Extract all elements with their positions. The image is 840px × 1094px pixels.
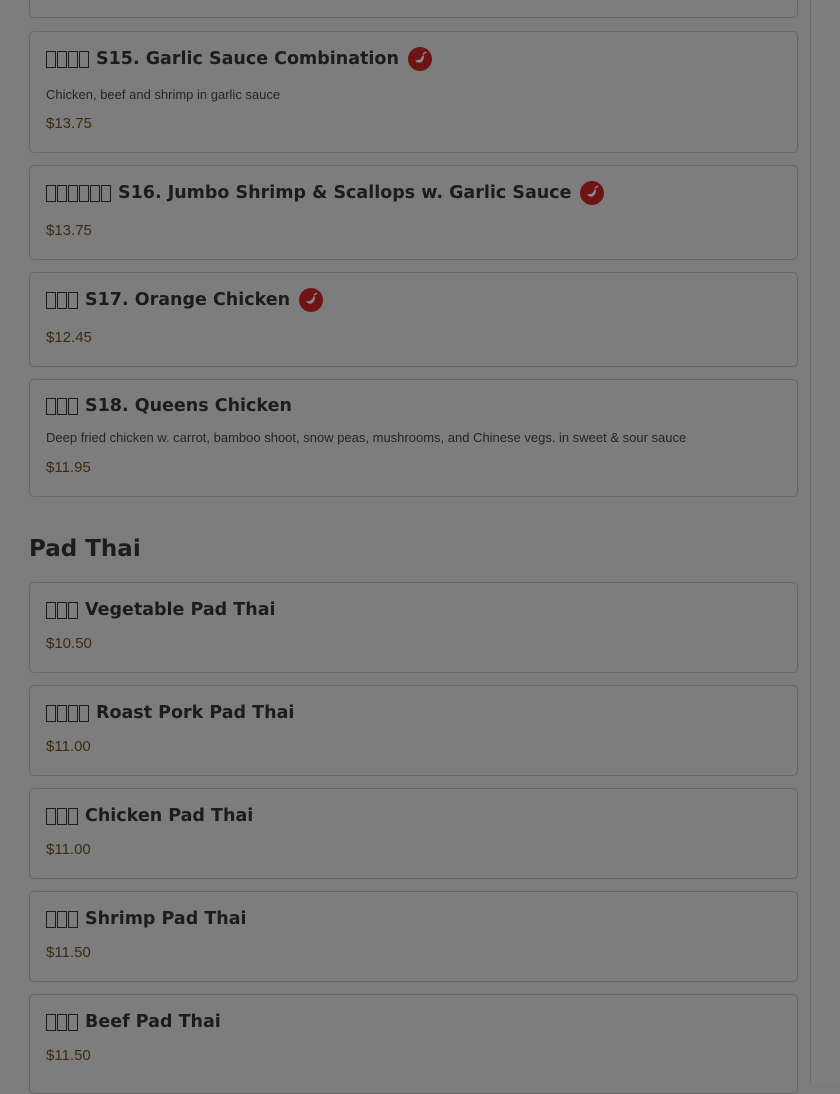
menu-item-price: $13.75 <box>46 115 92 132</box>
chinese-name-glyphs <box>46 1013 79 1031</box>
menu-item-name: Vegetable Pad Thai <box>85 600 276 620</box>
missing-glyph-box <box>46 291 56 309</box>
menu-item-title: S17. Orange Chicken <box>46 288 324 312</box>
menu-item-price: $10.50 <box>46 635 92 652</box>
missing-glyph-box <box>68 184 78 202</box>
missing-glyph-box <box>68 704 78 722</box>
missing-glyph-box <box>57 601 67 619</box>
missing-glyph-box <box>68 807 78 825</box>
missing-glyph-box <box>68 291 78 309</box>
menu-item-price: $11.00 <box>46 841 91 858</box>
missing-glyph-box <box>46 807 56 825</box>
menu-item-card[interactable]: S16. Jumbo Shrimp & Scallops w. Garlic S… <box>29 165 798 260</box>
missing-glyph-box <box>57 807 67 825</box>
menu-item-card[interactable]: Shrimp Pad Thai $11.50 <box>29 891 798 982</box>
missing-glyph-box <box>101 184 111 202</box>
menu-item-card[interactable]: S17. Orange Chicken $12.45 <box>29 272 798 367</box>
missing-glyph-box <box>46 1013 56 1031</box>
missing-glyph-box <box>46 50 56 68</box>
menu-item-name: S18. Queens Chicken <box>85 396 292 416</box>
menu-item-card-previous[interactable] <box>29 0 798 18</box>
chinese-name-glyphs <box>46 807 79 825</box>
missing-glyph-box <box>57 184 67 202</box>
menu-item-price: $11.50 <box>46 944 91 961</box>
chinese-name-glyphs <box>46 50 90 68</box>
menu-item-title: Beef Pad Thai <box>46 1012 221 1032</box>
missing-glyph-box <box>46 184 56 202</box>
missing-glyph-box <box>68 1013 78 1031</box>
missing-glyph-box <box>46 601 56 619</box>
missing-glyph-box <box>68 50 78 68</box>
menu-item-title: S16. Jumbo Shrimp & Scallops w. Garlic S… <box>46 181 605 205</box>
missing-glyph-box <box>57 704 67 722</box>
chili-pepper-icon <box>580 181 605 205</box>
section-heading-pad-thai: Pad Thai <box>29 536 141 562</box>
missing-glyph-box <box>46 910 56 928</box>
missing-glyph-box <box>57 291 67 309</box>
chili-pepper-icon <box>407 47 432 71</box>
missing-glyph-box <box>46 704 56 722</box>
menu-item-card[interactable]: S18. Queens Chicken Deep fried chicken w… <box>29 379 798 497</box>
menu-item-price: $13.75 <box>46 222 92 239</box>
missing-glyph-box <box>46 397 56 415</box>
missing-glyph-box <box>79 184 89 202</box>
menu-item-name: Chicken Pad Thai <box>85 806 254 826</box>
chinese-name-glyphs <box>46 397 79 415</box>
missing-glyph-box <box>57 397 67 415</box>
missing-glyph-box <box>57 50 67 68</box>
menu-item-price: $11.95 <box>46 459 91 476</box>
menu-item-card[interactable]: Vegetable Pad Thai $10.50 <box>29 582 798 673</box>
menu-item-title: Roast Pork Pad Thai <box>46 703 294 723</box>
menu-item-name: Roast Pork Pad Thai <box>96 703 295 723</box>
menu-item-name: S16. Jumbo Shrimp & Scallops w. Garlic S… <box>118 183 572 203</box>
menu-item-price: $12.45 <box>46 329 92 346</box>
menu-item-description: Deep fried chicken w. carrot, bamboo sho… <box>46 430 687 445</box>
chinese-name-glyphs <box>46 601 79 619</box>
missing-glyph-box <box>68 397 78 415</box>
missing-glyph-box <box>57 1013 67 1031</box>
chinese-name-glyphs <box>46 184 112 202</box>
menu-item-title: Vegetable Pad Thai <box>46 600 276 620</box>
missing-glyph-box <box>68 601 78 619</box>
menu-item-name: Shrimp Pad Thai <box>85 909 247 929</box>
menu-item-card[interactable]: Chicken Pad Thai $11.00 <box>29 788 798 879</box>
missing-glyph-box <box>68 910 78 928</box>
chinese-name-glyphs <box>46 704 90 722</box>
chinese-name-glyphs <box>46 291 79 309</box>
chinese-name-glyphs <box>46 910 79 928</box>
missing-glyph-box <box>79 704 89 722</box>
scrollbar-track[interactable] <box>810 0 840 1083</box>
missing-glyph-box <box>79 50 89 68</box>
menu-item-card[interactable]: Roast Pork Pad Thai $11.00 <box>29 685 798 776</box>
chili-pepper-icon <box>299 288 324 312</box>
menu-item-card[interactable]: S15. Garlic Sauce Combination Chicken, b… <box>29 31 798 153</box>
menu-item-name: S17. Orange Chicken <box>85 290 291 310</box>
missing-glyph-box <box>57 910 67 928</box>
menu-item-name: S15. Garlic Sauce Combination <box>96 49 399 69</box>
missing-glyph-box <box>90 184 100 202</box>
menu-item-title: S15. Garlic Sauce Combination <box>46 47 432 71</box>
menu-item-price: $11.50 <box>46 1047 91 1064</box>
menu-item-card[interactable]: Beef Pad Thai $11.50 <box>29 994 798 1094</box>
menu-item-price: $11.00 <box>46 738 91 755</box>
menu-item-name: Beef Pad Thai <box>85 1012 221 1032</box>
menu-item-description: Chicken, beef and shrimp in garlic sauce <box>46 87 281 102</box>
menu-item-title: Shrimp Pad Thai <box>46 909 247 929</box>
menu-item-title: Chicken Pad Thai <box>46 806 253 826</box>
menu-item-title: S18. Queens Chicken <box>46 396 292 416</box>
